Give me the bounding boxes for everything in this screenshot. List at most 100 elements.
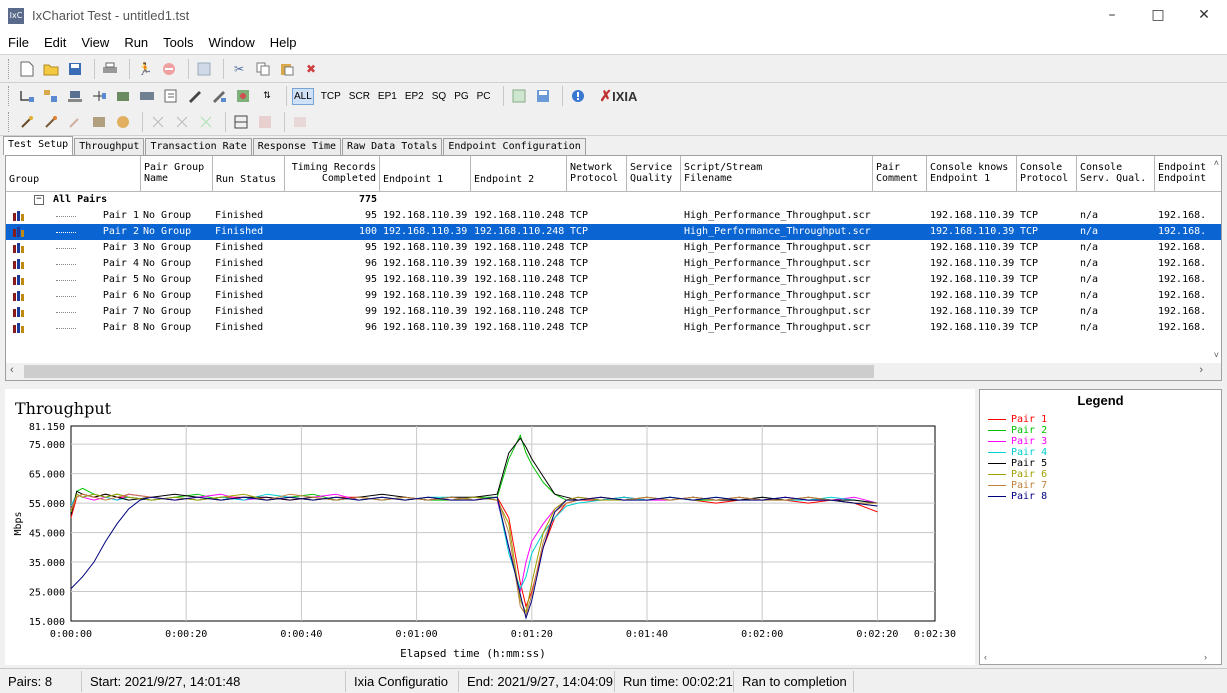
menu-help[interactable]: Help: [262, 35, 304, 50]
menu-window[interactable]: Window: [201, 35, 262, 50]
header-network-protocol[interactable]: Network Protocol: [567, 156, 627, 192]
floppy-icon[interactable]: [533, 86, 553, 106]
tab-test-setup[interactable]: Test Setup: [3, 136, 74, 155]
scroll-thumb[interactable]: [24, 365, 874, 378]
tab-response-time[interactable]: Response Time: [252, 138, 342, 155]
print-icon[interactable]: [100, 59, 120, 79]
wand-disabled-icon[interactable]: [65, 112, 85, 132]
throughput-chart[interactable]: Throughput 81.150 75.000 65.000 55.000 45.000…: [5, 389, 975, 665]
legend-scroll-right-icon[interactable]: ›: [1204, 652, 1207, 662]
legend-scroll-left-icon[interactable]: ‹: [984, 652, 987, 662]
table-row[interactable]: Pair 2 No Group Finished 100 192.168.110.39 1…: [6, 224, 1221, 240]
export-disabled-icon[interactable]: [255, 112, 275, 132]
edit-script-icon[interactable]: [113, 86, 133, 106]
menu-view[interactable]: View: [73, 35, 116, 50]
header-console-serv-qual[interactable]: Console Serv. Qual.: [1077, 156, 1155, 192]
tab-transaction-rate[interactable]: Transaction Rate: [145, 138, 252, 155]
table-row[interactable]: Pair 6 No Group Finished 99 192.168.110.39 19…: [6, 288, 1221, 304]
scroll-down-icon[interactable]: ˅: [1214, 350, 1219, 360]
menu-run[interactable]: Run: [116, 35, 155, 50]
table-row[interactable]: Pair 3 No Group Finished 95 192.168.110.39 19…: [6, 240, 1221, 256]
delete-icon[interactable]: ✖: [301, 59, 321, 79]
zoom-in-disabled-icon[interactable]: [148, 112, 168, 132]
network-icon[interactable]: [89, 86, 109, 106]
filter-sq-button[interactable]: SQ: [431, 89, 447, 104]
tab-throughput[interactable]: Throughput: [74, 138, 145, 155]
table-row[interactable]: Pair 8 No Group Finished 96 192.168.110.39 19…: [6, 320, 1221, 336]
save-icon[interactable]: [65, 59, 85, 79]
filter-ep1-button[interactable]: EP1: [377, 89, 398, 104]
scroll-right-icon[interactable]: ›: [1199, 364, 1203, 376]
sort-icon[interactable]: ⇅: [257, 86, 277, 106]
header-console-protocol[interactable]: Console Protocol: [1017, 156, 1077, 192]
header-endpoint-2[interactable]: Endpoint 2: [471, 156, 567, 192]
filter-pc-button[interactable]: PC: [476, 89, 492, 104]
toolbar-grip[interactable]: [8, 86, 11, 106]
endpoint-icon[interactable]: [65, 86, 85, 106]
close-button[interactable]: ✕: [1181, 0, 1227, 31]
wizard-icon[interactable]: [17, 112, 37, 132]
legend-item[interactable]: Pair 8: [988, 491, 1221, 502]
paste-icon[interactable]: [277, 59, 297, 79]
header-service-quality[interactable]: Service Quality: [627, 156, 681, 192]
header-pair-comment[interactable]: Pair Comment: [873, 156, 927, 192]
stop-icon[interactable]: [159, 59, 179, 79]
legend-item[interactable]: Pair 1: [988, 414, 1221, 425]
tools-icon[interactable]: [89, 112, 109, 132]
all-pairs-row[interactable]: − All Pairs 775: [6, 192, 1221, 208]
cut-icon[interactable]: ✂: [229, 59, 249, 79]
legend-item[interactable]: Pair 6: [988, 469, 1221, 480]
header-pair-group-name[interactable]: Pair Group Name: [141, 156, 213, 192]
edit-pair-icon[interactable]: [185, 86, 205, 106]
table-row[interactable]: Pair 7 No Group Finished 99 192.168.110.39 19…: [6, 304, 1221, 320]
menu-file[interactable]: File: [0, 35, 36, 50]
info-icon[interactable]: [568, 86, 588, 106]
split-view-icon[interactable]: [231, 112, 251, 132]
add-pair-icon[interactable]: [17, 86, 37, 106]
filter-ep2-button[interactable]: EP2: [404, 89, 425, 104]
scroll-left-icon[interactable]: ‹: [10, 364, 14, 376]
header-timing-records[interactable]: Timing Records Completed: [285, 156, 380, 192]
minimize-button[interactable]: –: [1089, 0, 1135, 31]
palette-icon[interactable]: [113, 112, 133, 132]
scroll-up-icon[interactable]: ˄: [1214, 158, 1219, 168]
header-group[interactable]: Group: [6, 156, 141, 192]
copy-icon[interactable]: [253, 59, 273, 79]
table-row[interactable]: Pair 4 No Group Finished 96 192.168.110.39 19…: [6, 256, 1221, 272]
toolbar-grip[interactable]: [8, 59, 11, 79]
refresh-icon[interactable]: [194, 59, 214, 79]
toolbar-grip[interactable]: [8, 112, 11, 132]
horizontal-scrollbar[interactable]: ‹ ›: [6, 363, 1221, 380]
grid-view-icon[interactable]: [509, 86, 529, 106]
header-script-filename[interactable]: Script/Stream Filename: [681, 156, 873, 192]
throughput-icon[interactable]: [209, 86, 229, 106]
filter-scr-button[interactable]: SCR: [348, 89, 371, 104]
header-console-knows[interactable]: Console knows Endpoint 1: [927, 156, 1017, 192]
header-run-status[interactable]: Run Status: [213, 156, 285, 192]
legend-item[interactable]: Pair 7: [988, 480, 1221, 491]
wand-icon[interactable]: [41, 112, 61, 132]
fit-disabled-icon[interactable]: [196, 112, 216, 132]
zoom-out-disabled-icon[interactable]: [172, 112, 192, 132]
options-icon[interactable]: [233, 86, 253, 106]
legend-item[interactable]: Pair 3: [988, 436, 1221, 447]
open-folder-icon[interactable]: [41, 59, 61, 79]
header-endpoint-endpoint[interactable]: Endpoint Endpoint: [1155, 156, 1221, 192]
table-row[interactable]: Pair 5 No Group Finished 95 192.168.110.39 19…: [6, 272, 1221, 288]
replicate-icon[interactable]: [137, 86, 157, 106]
new-file-icon[interactable]: [17, 59, 37, 79]
legend-item[interactable]: Pair 5: [988, 458, 1221, 469]
filter-pg-button[interactable]: PG: [453, 89, 469, 104]
legend-item[interactable]: Pair 2: [988, 425, 1221, 436]
collapse-toggle[interactable]: −: [34, 195, 44, 205]
report-disabled-icon[interactable]: [290, 112, 310, 132]
notes-icon[interactable]: [161, 86, 181, 106]
tab-raw-data-totals[interactable]: Raw Data Totals: [342, 138, 443, 155]
legend-item[interactable]: Pair 4: [988, 447, 1221, 458]
run-icon[interactable]: 🏃: [135, 59, 155, 79]
add-multicast-icon[interactable]: [41, 86, 61, 106]
header-endpoint-1[interactable]: Endpoint 1: [380, 156, 471, 192]
menu-tools[interactable]: Tools: [155, 35, 200, 50]
tab-endpoint-configuration[interactable]: Endpoint Configuration: [443, 138, 586, 155]
table-row[interactable]: Pair 1 No Group Finished 95 192.168.110.39 19…: [6, 208, 1221, 224]
